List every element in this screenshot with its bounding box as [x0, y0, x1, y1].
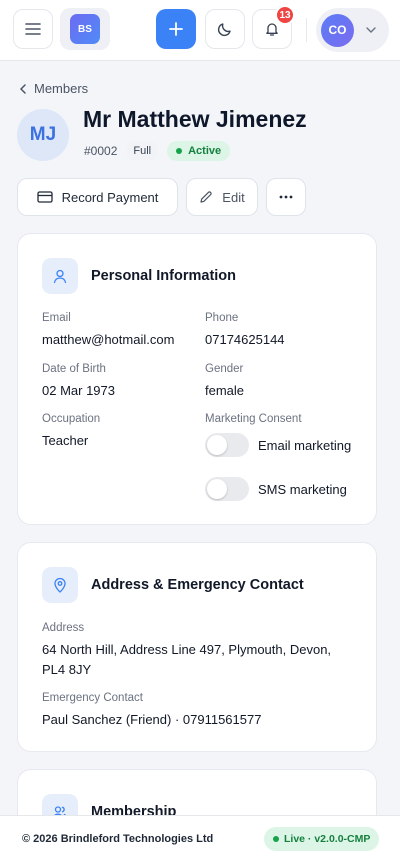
app-logo[interactable]: BS — [60, 8, 110, 50]
email-field: Email matthew@hotmail.com — [42, 312, 174, 350]
record-payment-button[interactable]: Record Payment — [17, 178, 178, 216]
card-title: Personal Information — [91, 268, 237, 284]
pencil-icon — [200, 191, 212, 203]
sms-marketing-row: SMS marketing — [205, 477, 347, 501]
sms-marketing-toggle[interactable] — [205, 477, 249, 501]
sms-marketing-label: SMS marketing — [258, 481, 347, 497]
emergency-contact-field: Emergency Contact Paul Sanchez (Friend) … — [42, 692, 261, 730]
card-header: Address & Emergency Contact — [42, 567, 304, 603]
bell-icon — [266, 23, 278, 36]
edit-label: Edit — [222, 189, 245, 205]
back-label: Members — [34, 81, 89, 96]
moon-icon — [217, 23, 231, 37]
gender-value: female — [205, 383, 245, 398]
toggle-knob — [207, 435, 227, 455]
user-icon-container — [42, 258, 78, 294]
email-value: matthew@hotmail.com — [42, 332, 175, 347]
map-pin-icon — [54, 577, 66, 593]
copyright-text: © 2026 Brindleford Technologies Ltd — [22, 833, 214, 845]
more-horizontal-icon — [279, 195, 293, 199]
user-avatar: CO — [321, 13, 354, 47]
map-pin-icon-container — [42, 567, 78, 603]
marketing-consent-label: Marketing Consent — [205, 413, 302, 425]
email-marketing-row: Email marketing — [205, 433, 351, 457]
emergency-contact-label: Emergency Contact — [42, 692, 143, 704]
menu-button[interactable] — [13, 9, 53, 49]
address-value: 64 North Hill, Address Line 497, Plymout… — [42, 642, 332, 677]
emergency-contact-value: Paul Sanchez (Friend) · 07911561577 — [42, 712, 262, 727]
top-bar: BS 13 CO — [0, 0, 400, 61]
occupation-field: Occupation Teacher — [42, 413, 100, 451]
notification-count-badge: 13 — [275, 5, 295, 25]
version-badge: Live · v2.0.0-CMP — [264, 827, 380, 851]
phone-value: 07174625144 — [205, 332, 285, 347]
personal-information-card: Personal Information Email matthew@hotma… — [17, 233, 377, 525]
plus-icon — [169, 22, 183, 36]
logo-badge: BS — [70, 14, 100, 44]
address-emergency-card: Address & Emergency Contact Address 64 N… — [17, 542, 377, 752]
divider — [306, 18, 307, 42]
dob-label: Date of Birth — [42, 363, 106, 375]
live-dot-icon — [273, 836, 279, 842]
occupation-label: Occupation — [42, 413, 101, 425]
email-marketing-label: Email marketing — [258, 437, 352, 453]
phone-label: Phone — [205, 312, 239, 324]
status-badge: Active — [167, 141, 231, 161]
phone-field: Phone 07174625144 — [205, 312, 285, 350]
dob-value: 02 Mar 1973 — [42, 383, 115, 398]
chevron-left-icon — [20, 83, 26, 94]
dob-field: Date of Birth 02 Mar 1973 — [42, 363, 115, 401]
gender-label: Gender — [205, 363, 244, 375]
footer: © 2026 Brindleford Technologies Ltd Live… — [0, 815, 400, 863]
more-actions-button[interactable] — [266, 178, 306, 216]
toggle-knob — [207, 479, 227, 499]
user-menu[interactable]: CO — [316, 8, 389, 52]
gender-field: Gender female — [205, 363, 244, 401]
address-field: Address 64 North Hill, Address Line 497,… — [42, 622, 357, 680]
status-label: Active — [188, 145, 222, 157]
occupation-value: Teacher — [42, 433, 89, 448]
credit-card-icon — [36, 191, 53, 203]
address-label: Address — [42, 622, 85, 634]
membership-tier-badge: Full — [127, 142, 158, 160]
edit-button[interactable]: Edit — [186, 178, 258, 216]
card-title: Address & Emergency Contact — [91, 577, 304, 593]
member-meta: #0002 Full Active — [84, 141, 231, 161]
status-dot-icon — [176, 148, 183, 154]
add-button[interactable] — [156, 9, 196, 49]
record-payment-label: Record Payment — [61, 189, 159, 205]
user-icon — [53, 269, 67, 284]
theme-toggle-button[interactable] — [205, 9, 245, 49]
version-label: Live · v2.0.0-CMP — [284, 833, 371, 845]
hamburger-icon — [25, 23, 41, 35]
email-marketing-toggle[interactable] — [205, 433, 249, 457]
email-label: Email — [42, 312, 71, 324]
marketing-consent-field: Marketing Consent — [205, 413, 302, 431]
card-header: Personal Information — [42, 258, 236, 294]
chevron-down-icon — [366, 27, 376, 33]
member-number: #0002 — [84, 144, 118, 158]
member-avatar: MJ — [17, 109, 69, 161]
notifications-button[interactable]: 13 — [252, 5, 295, 49]
back-to-members-link[interactable]: Members — [20, 81, 88, 96]
member-name: Mr Matthew Jimenez — [83, 106, 307, 132]
